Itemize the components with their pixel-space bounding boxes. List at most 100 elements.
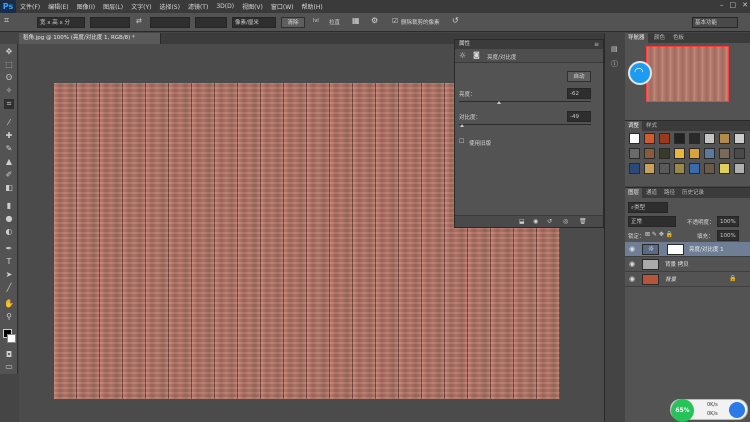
style-swatch[interactable] [644,133,655,144]
layer-row[interactable]: ◉ ☼ 亮度/对比度 1 [625,242,750,257]
panel-menu-icon[interactable]: ≡ [594,41,599,48]
style-swatch[interactable] [734,148,745,159]
menu-type[interactable]: 文字(Y) [127,2,155,11]
network-speed-widget[interactable]: 65% 0K/s 0K/s [670,399,748,422]
layer-row[interactable]: ◉ 背景 拷贝 [625,257,750,272]
layer-row[interactable]: ◉ 背景 🔒 [625,272,750,287]
ratio-select[interactable]: 宽 x 高 x 分 [37,17,85,28]
clip-layer-icon[interactable]: ⬓ [519,218,525,225]
style-swatch[interactable] [674,163,685,174]
delete-crop-checkbox[interactable]: ☑ [392,17,398,25]
style-swatch[interactable] [719,133,730,144]
tab-channels[interactable]: 通道 [643,188,660,198]
style-swatch[interactable] [734,133,745,144]
tab-color[interactable]: 颜色 [651,33,668,43]
tab-layers[interactable]: 图层 [625,188,643,198]
path-selection-tool-icon[interactable]: ➤ [4,270,14,280]
style-swatch[interactable] [719,163,730,174]
brightness-slider[interactable] [459,101,591,102]
lock-icons[interactable]: ⊠ ✎ ✥ 🔒 [645,231,673,238]
brightness-slider-thumb[interactable] [496,101,501,104]
style-swatch[interactable] [704,163,715,174]
reset-adjustment-icon[interactable]: ↺ [547,218,552,225]
reset-icon[interactable]: ↺ [452,16,459,25]
menu-window[interactable]: 窗口(W) [267,2,298,11]
gear-icon[interactable]: ⚙ [371,16,378,25]
view-previous-icon[interactable]: ◉ [533,218,538,225]
menu-file[interactable]: 文件(F) [16,2,44,11]
eyedropper-tool-icon[interactable]: ⁄ [4,118,14,128]
navigator-thumbnail[interactable] [646,46,729,102]
style-swatch[interactable] [689,133,700,144]
marquee-tool-icon[interactable]: ⬚ [4,60,14,70]
hand-tool-icon[interactable]: ✋ [4,299,14,309]
style-swatch[interactable] [704,133,715,144]
maximize-icon[interactable]: □ [730,1,737,9]
contrast-slider[interactable] [459,124,591,125]
healing-brush-tool-icon[interactable]: ✚ [4,131,14,141]
style-swatch[interactable] [659,163,670,174]
crop-tool-icon-active[interactable]: ⌗ [4,99,14,109]
brightness-value[interactable]: -62 [567,88,591,99]
history-panel-icon[interactable]: ▤ [611,45,618,53]
menu-filter[interactable]: 滤镜(T) [184,2,212,11]
visibility-eye-icon[interactable]: ◉ [629,245,635,253]
style-swatch[interactable] [659,133,670,144]
crop-tool-icon[interactable]: ⌗ [4,16,9,26]
menu-view[interactable]: 视图(V) [238,2,267,11]
move-tool-icon[interactable]: ✥ [4,47,14,57]
menu-image[interactable]: 图像(I) [73,2,99,11]
auto-button[interactable]: 自动 [567,71,591,82]
trash-icon[interactable]: 🗑 [579,218,587,225]
tab-paths[interactable]: 路径 [661,188,678,198]
dodge-tool-icon[interactable]: ◐ [4,227,14,237]
visibility-eye-icon[interactable]: ◉ [629,275,635,283]
history-brush-tool-icon[interactable]: ✐ [4,170,14,180]
brush-tool-icon[interactable]: ✎ [4,144,14,154]
menu-select[interactable]: 选择(S) [155,2,184,11]
swap-icon[interactable]: ⇄ [136,17,142,25]
eraser-tool-icon[interactable]: ◧ [4,183,14,193]
width-field[interactable] [90,17,130,28]
visibility-eye-icon[interactable]: ◉ [629,260,635,268]
zoom-tool-icon[interactable]: ⚲ [4,312,14,322]
opacity-field[interactable]: 100% [717,216,739,227]
quick-mask-icon[interactable]: ◘ [4,350,14,360]
style-swatch[interactable] [644,148,655,159]
style-swatch[interactable] [629,148,640,159]
mask-icon[interactable]: ◙ [473,51,480,59]
style-swatch[interactable] [674,148,685,159]
lasso-tool-icon[interactable]: ʘ [4,73,14,83]
contrast-value[interactable]: -49 [567,111,591,122]
clear-button[interactable]: 清除 [281,17,305,28]
gradient-tool-icon[interactable]: ▮ [4,201,14,211]
blend-mode-select[interactable]: 正常 [628,216,676,227]
menu-3d[interactable]: 3D(D) [212,3,238,10]
document-tab[interactable]: 稻角.jpg @ 100% (亮度/对比度 1, RGB/8) * [19,33,161,44]
screen-mode-icon[interactable]: ▭ [4,362,14,372]
resolution-field[interactable] [195,17,227,28]
straighten-icon[interactable]: lvl [313,18,319,24]
style-swatch[interactable] [629,163,640,174]
type-tool-icon[interactable]: T [4,257,14,267]
info-panel-icon[interactable]: ⓘ [611,59,618,69]
magic-wand-tool-icon[interactable]: ✧ [4,86,14,96]
visibility-icon[interactable]: ◎ [563,218,568,225]
style-swatch[interactable] [674,133,685,144]
tab-history[interactable]: 历史记录 [679,188,707,198]
background-color-swatch[interactable] [7,334,16,343]
straighten-label[interactable]: 拉直 [329,18,340,26]
style-swatch[interactable] [644,163,655,174]
tab-navigator[interactable]: 导航器 [625,33,648,43]
legacy-checkbox[interactable]: ☐ [459,138,464,145]
menu-help[interactable]: 帮助(H) [298,2,327,11]
style-swatch[interactable] [629,133,640,144]
pen-tool-icon[interactable]: ✒ [4,244,14,254]
fill-field[interactable]: 100% [717,230,739,241]
wifi-icon[interactable]: ◠ [628,61,652,85]
minimize-icon[interactable]: – [720,1,724,9]
unit-select[interactable]: 像素/厘米 [232,17,276,28]
stamp-tool-icon[interactable]: ▲ [4,157,14,167]
height-field[interactable] [150,17,190,28]
menu-edit[interactable]: 编辑(E) [44,2,72,11]
